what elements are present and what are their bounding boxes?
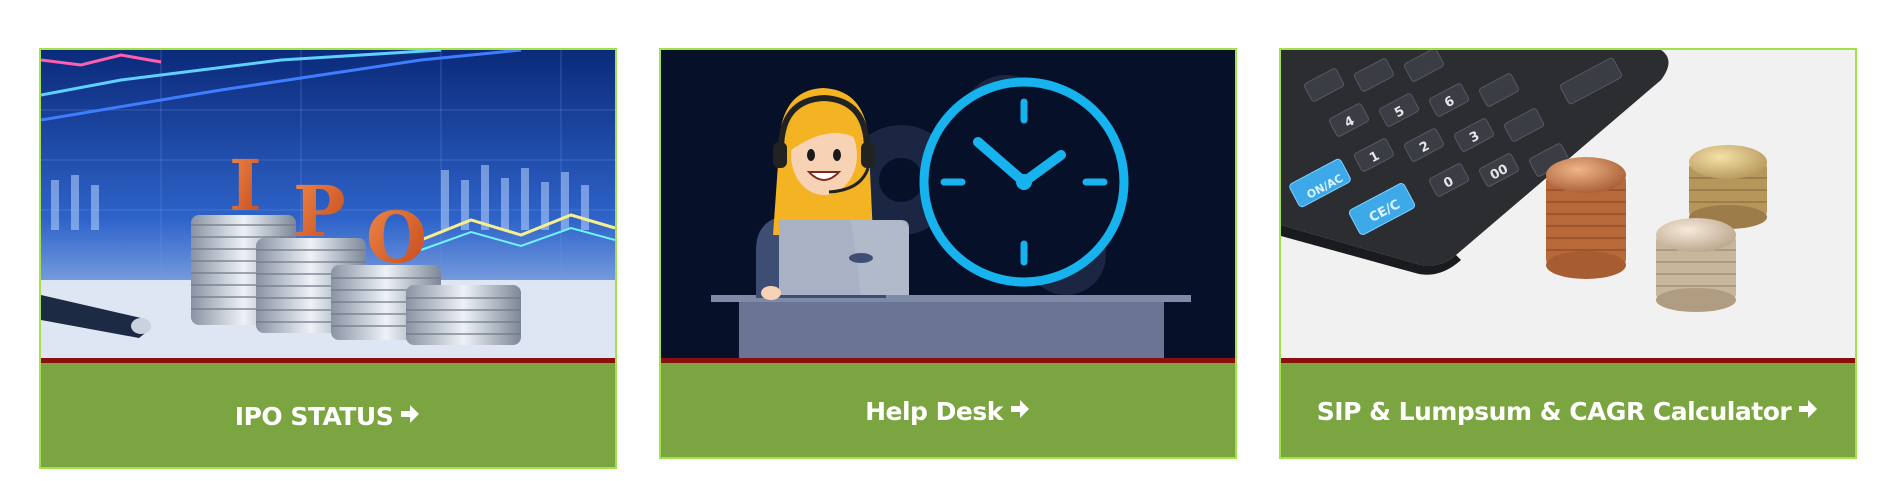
help-desk-caption[interactable]: Help Desk <box>661 363 1235 457</box>
ipo-status-caption[interactable]: IPO STATUS <box>41 363 615 467</box>
arrow-right-icon <box>399 402 421 431</box>
help-desk-label: Help Desk <box>865 396 1003 426</box>
ipo-letter-o: O <box>366 196 427 279</box>
sip-calculator-caption[interactable]: SIP & Lumpsum & CAGR Calculator <box>1281 363 1855 457</box>
arrow-right-icon <box>1009 397 1031 426</box>
sip-calculator-label: SIP & Lumpsum & CAGR Calculator <box>1316 396 1792 426</box>
ipo-letter-p: P <box>293 170 346 253</box>
help-desk-card[interactable]: Help Desk <box>659 48 1237 459</box>
sip-calculator-card[interactable]: ON/AC CE/C 0 00 1 2 3 4 5 6 SIP & Lumpsu… <box>1279 48 1857 459</box>
help-desk-support-image <box>661 50 1235 363</box>
ipo-status-label: IPO STATUS <box>234 401 394 431</box>
ipo-letter-i: I <box>229 144 262 227</box>
services-card-row: I P O IPO STATUS Help Desk ON/AC CE/C 0 … <box>0 0 1881 481</box>
calculator-coins-image: ON/AC CE/C 0 00 1 2 3 4 5 6 <box>1281 50 1855 363</box>
ipo-coins-image: I P O <box>41 50 615 363</box>
ipo-status-card[interactable]: I P O IPO STATUS <box>39 48 617 469</box>
arrow-right-icon <box>1797 397 1819 426</box>
